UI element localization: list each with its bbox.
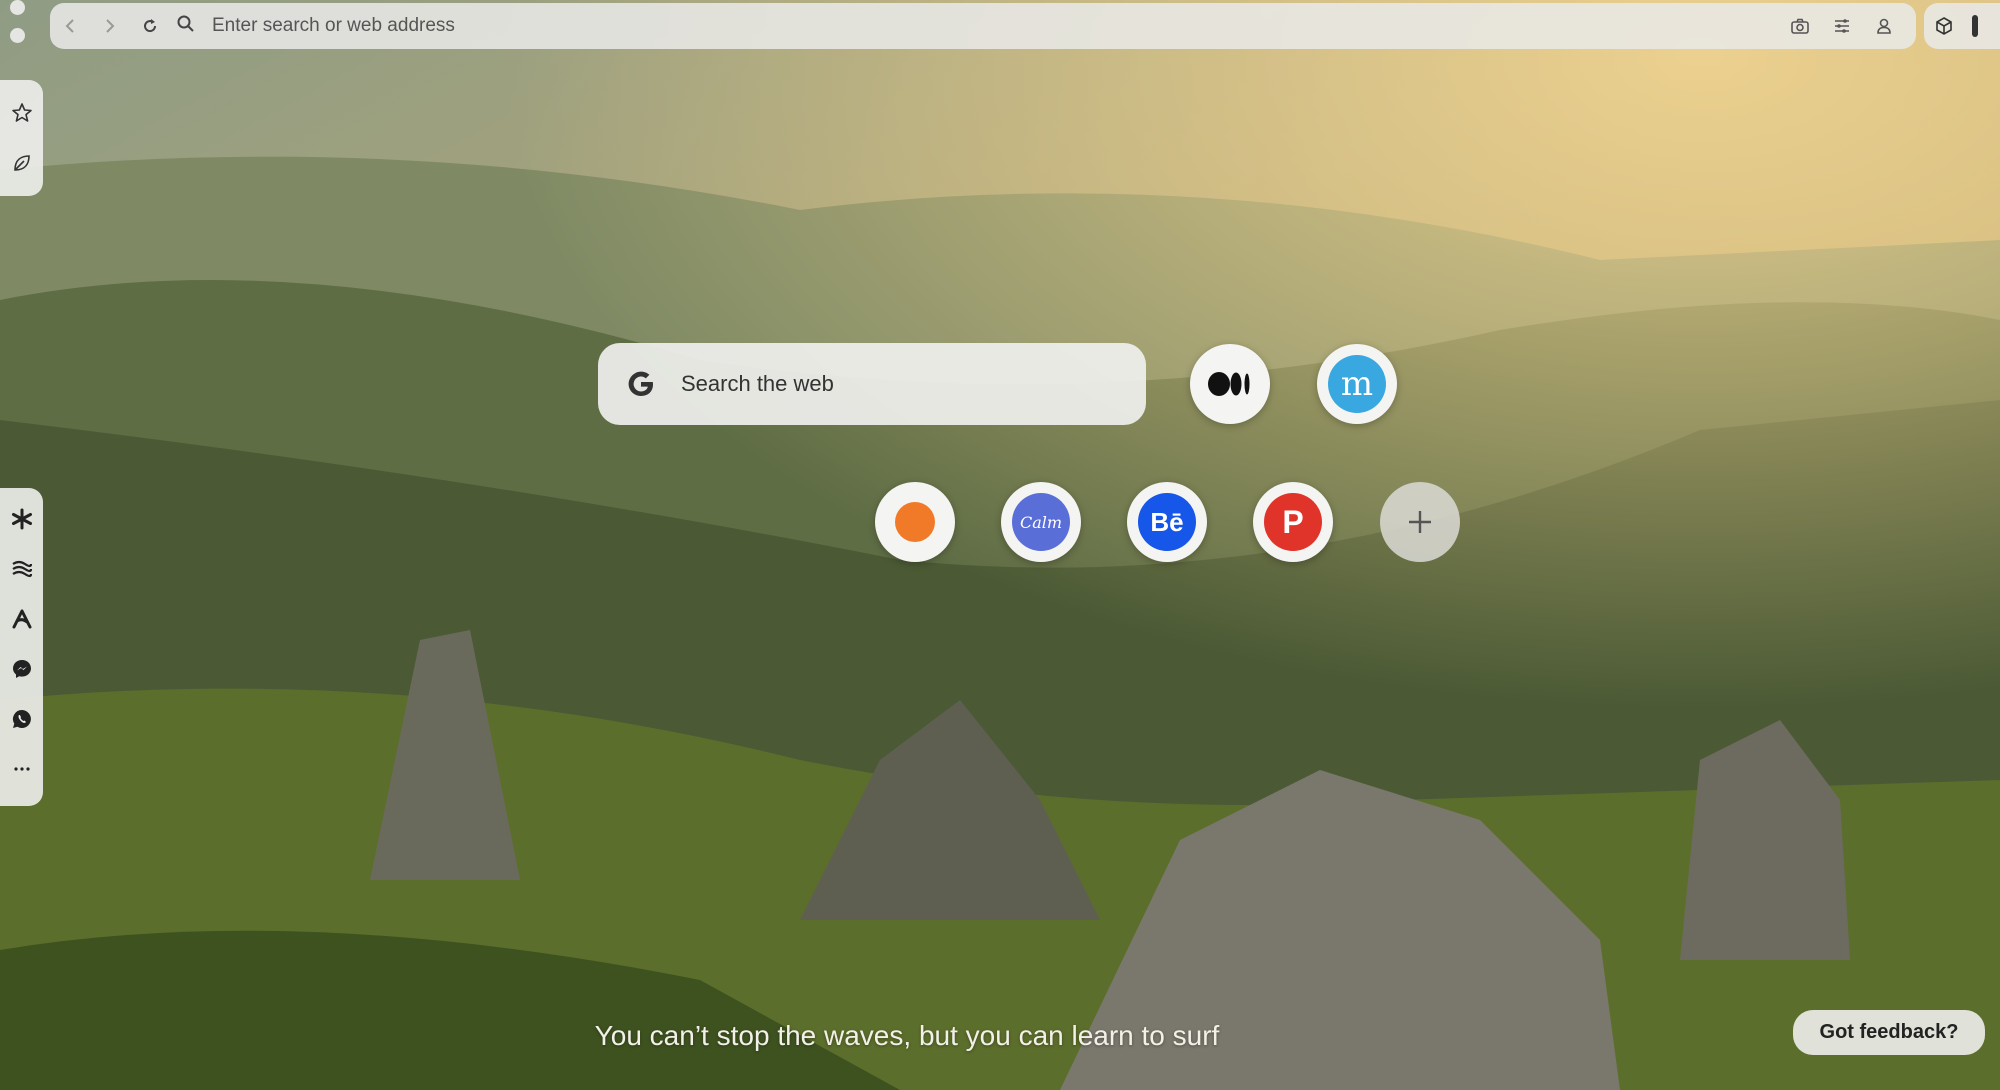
sidebar-item-wave[interactable] xyxy=(3,544,41,594)
search-icon xyxy=(176,14,196,39)
speed-dial-calm[interactable]: Calm xyxy=(1001,482,1081,562)
browser-toolbar xyxy=(50,3,1916,49)
producthunt-label: P xyxy=(1282,503,1304,540)
account-button[interactable] xyxy=(1864,6,1904,46)
medium-icon xyxy=(1201,355,1259,413)
star-icon xyxy=(11,103,32,122)
back-button[interactable] xyxy=(50,6,90,46)
address-input[interactable] xyxy=(210,14,1780,38)
leaf-button[interactable] xyxy=(3,138,41,188)
forward-button[interactable] xyxy=(90,6,130,46)
window-dot[interactable] xyxy=(10,28,25,43)
messenger-icon xyxy=(12,660,31,678)
m-site-label: m xyxy=(1340,364,1374,404)
wallpaper-quote: You can’t stop the waves, but you can le… xyxy=(594,1020,1220,1051)
feedback-button[interactable]: Got feedback? xyxy=(1793,1010,1985,1055)
chevron-left-icon xyxy=(65,19,74,33)
wave-icon xyxy=(11,560,32,578)
add-speed-dial-button[interactable] xyxy=(1380,482,1460,562)
sidebar-item-whatsapp[interactable] xyxy=(3,694,41,744)
extensions-button[interactable] xyxy=(1924,6,1964,46)
extensions-area xyxy=(1924,3,2000,49)
sidebar-apps xyxy=(0,488,43,806)
speed-dial-medium[interactable] xyxy=(1190,344,1270,424)
calm-label: Calm xyxy=(1019,512,1063,532)
orange-circle-icon xyxy=(886,493,944,551)
speed-dial-producthunt[interactable]: P xyxy=(1253,482,1333,562)
whatsapp-icon xyxy=(12,709,31,728)
chevron-right-icon xyxy=(106,19,115,33)
wallpaper-landscape xyxy=(0,0,2000,1090)
more-apps-button[interactable] xyxy=(3,744,41,794)
m-site-icon: m xyxy=(1328,355,1386,413)
user-icon xyxy=(1877,18,1891,34)
producthunt-p-icon: P xyxy=(1264,493,1322,551)
arc-icon xyxy=(12,609,31,629)
reload-button[interactable] xyxy=(130,6,170,46)
speed-dial-m-site[interactable]: m xyxy=(1317,344,1397,424)
sidebar-item-messenger[interactable] xyxy=(3,644,41,694)
plus-icon xyxy=(1409,511,1431,533)
sliders-icon xyxy=(1835,19,1849,33)
behance-icon: Bē xyxy=(1138,493,1196,551)
window-dot[interactable] xyxy=(10,0,25,15)
sidebar-item-perplexity[interactable] xyxy=(3,494,41,544)
sidebar-top xyxy=(0,80,43,196)
camera-icon xyxy=(1791,18,1809,34)
calm-icon: Calm xyxy=(1012,493,1070,551)
behance-label: Bē xyxy=(1150,506,1184,537)
reload-icon xyxy=(144,19,157,33)
address-bar[interactable] xyxy=(176,3,1780,49)
screenshot-button[interactable] xyxy=(1780,6,1820,46)
sidebar-item-arc[interactable] xyxy=(3,594,41,644)
cube-icon xyxy=(1936,17,1952,35)
leaf-icon xyxy=(13,155,30,171)
search-placeholder: Search the web xyxy=(681,371,834,396)
bookmarks-button[interactable] xyxy=(3,88,41,138)
sidebar-toggle[interactable] xyxy=(1972,15,1978,37)
customize-button[interactable] xyxy=(1822,6,1862,46)
speed-dial-orange[interactable] xyxy=(875,482,955,562)
speed-dial-behance[interactable]: Bē xyxy=(1127,482,1207,562)
google-icon xyxy=(628,371,653,396)
asterisk-icon xyxy=(11,508,32,530)
more-dots-icon xyxy=(13,767,30,771)
web-search-box[interactable]: Search the web xyxy=(598,343,1146,425)
window-controls[interactable] xyxy=(10,0,25,56)
